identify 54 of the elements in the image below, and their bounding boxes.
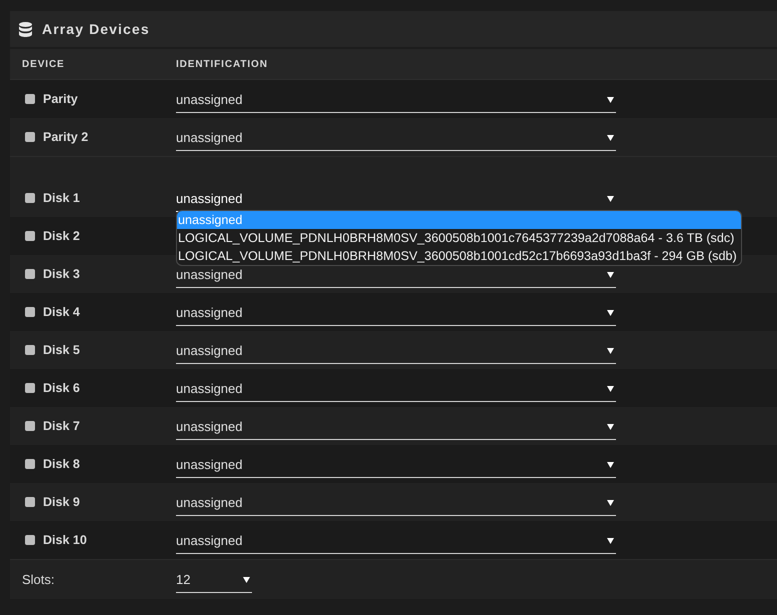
device-name: Disk 6 xyxy=(43,381,80,395)
status-square-icon xyxy=(25,307,35,317)
device-name: Disk 5 xyxy=(43,343,80,357)
status-square-icon xyxy=(25,535,35,545)
dropdown-option[interactable]: LOGICAL_VOLUME_PDNLH0BRH8M0SV_3600508b1001cd52c17b6693a93d1ba3f - 294 GB (sdb) xyxy=(177,247,741,265)
column-header: DEVICE xyxy=(22,58,65,70)
device-name: Disk 9 xyxy=(43,495,80,509)
caret-icon xyxy=(607,462,614,468)
identification-select[interactable]: unassigned xyxy=(176,380,616,402)
database-icon xyxy=(19,22,32,36)
caret-icon xyxy=(607,386,614,392)
caret-icon xyxy=(607,272,614,278)
identification-select[interactable]: unassigned xyxy=(176,130,616,150)
status-square-icon xyxy=(25,345,35,355)
caret-icon xyxy=(607,348,614,354)
column-header: IDENTIFICATION xyxy=(176,58,268,70)
status-square-icon xyxy=(25,231,35,241)
caret-icon xyxy=(607,134,614,140)
dropdown-option[interactable]: LOGICAL_VOLUME_PDNLH0BRH8M0SV_3600508b1001c7645377239a2d7088a64 - 3.6 TB (sdc) xyxy=(177,229,741,247)
device-name: Parity 2 xyxy=(43,130,88,144)
device-name: Disk 7 xyxy=(43,419,80,433)
device-name: Disk 4 xyxy=(43,305,80,319)
caret-icon xyxy=(607,500,614,506)
status-square-icon xyxy=(25,132,35,142)
caret-icon xyxy=(243,577,250,583)
panel-title: Array Devices xyxy=(42,21,150,37)
slots-select[interactable]: 12 xyxy=(176,572,252,593)
device-name: Disk 1 xyxy=(43,191,80,205)
identification-select[interactable]: unassigned xyxy=(176,304,616,326)
device-name: Disk 3 xyxy=(43,267,80,281)
status-square-icon xyxy=(25,497,35,507)
caret-icon xyxy=(607,424,614,430)
caret-icon xyxy=(607,96,614,102)
status-square-icon xyxy=(25,421,35,431)
status-square-icon xyxy=(25,269,35,279)
status-square-icon xyxy=(25,383,35,393)
status-square-icon xyxy=(25,459,35,469)
identification-select[interactable]: unassigned xyxy=(176,494,616,516)
caret-icon xyxy=(607,196,614,202)
device-name: Parity xyxy=(43,92,78,106)
status-square-icon xyxy=(25,94,35,104)
identification-select[interactable]: unassigned xyxy=(176,342,616,364)
device-name: Disk 8 xyxy=(43,457,80,471)
status-square-icon xyxy=(25,193,35,203)
identification-select[interactable]: unassigned xyxy=(176,532,616,554)
identification-select[interactable]: unassigned xyxy=(176,266,616,288)
caret-icon xyxy=(607,538,614,544)
identification-select[interactable]: unassigned xyxy=(176,456,616,478)
identification-select[interactable]: unassigned xyxy=(176,92,616,112)
caret-icon xyxy=(607,310,614,316)
identification-select[interactable]: unassigned xyxy=(176,418,616,440)
device-name: Disk 10 xyxy=(43,533,87,547)
device-name: Disk 2 xyxy=(43,229,80,243)
slots-label: Slots: xyxy=(22,572,55,587)
